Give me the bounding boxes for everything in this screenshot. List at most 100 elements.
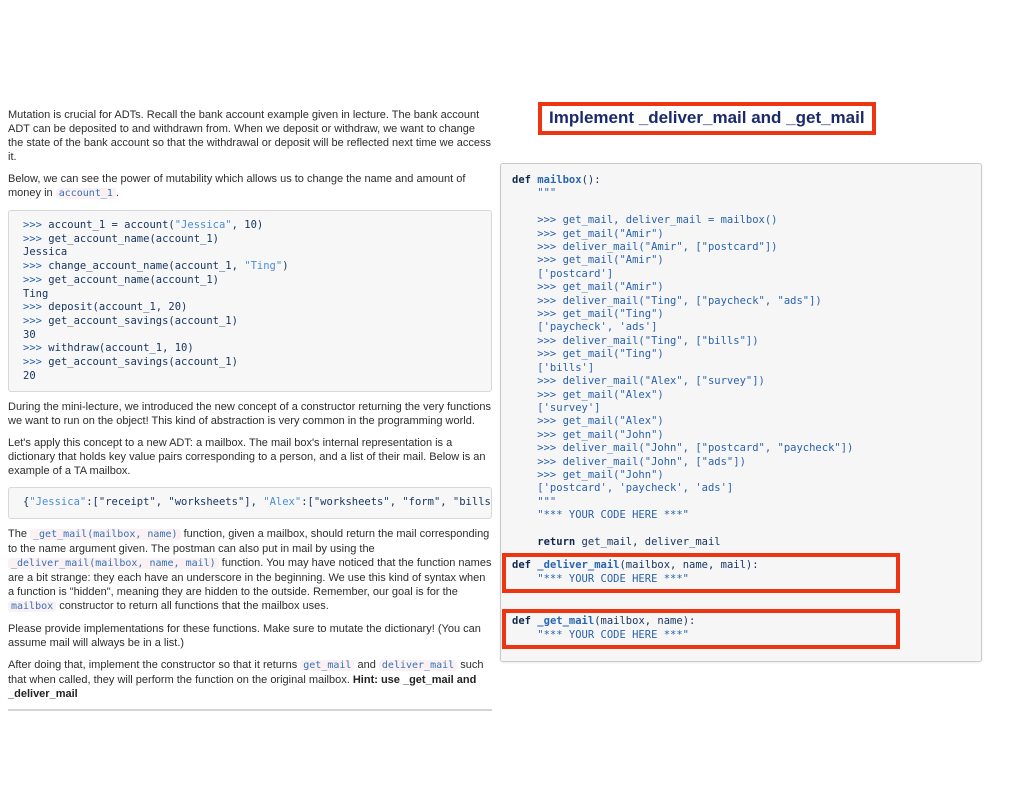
code-token: """ — [512, 495, 557, 508]
paragraph-text: . — [115, 187, 119, 199]
code-line: {"Jessica":["receipt", "worksheets"], "A… — [23, 496, 491, 510]
code-token: get_account_savings(account_1) — [48, 356, 238, 369]
code-line: >>> deliver_mail("John", ["ads"]) — [512, 456, 970, 469]
code-token: :["worksheets", "form", "bills"]} — [301, 496, 492, 509]
code-line: >>> deliver_mail("Ting", ["bills"]) — [512, 335, 970, 348]
code-token: >>> deliver_mail("Amir", ["postcard"]) — [512, 241, 778, 254]
code-token: >>> get_mail("Amir") — [512, 227, 664, 240]
code-line: >>> change_account_name(account_1, "Ting… — [23, 260, 485, 274]
code-line: "*** YOUR CODE HERE ***" — [512, 573, 896, 586]
paragraph-mini-lecture: During the mini-lecture, we introduced t… — [8, 400, 492, 428]
code-token: deposit(account_1, 20) — [48, 301, 188, 314]
code-token: "Jessica" — [174, 219, 232, 231]
code-token: withdraw(account_1, 10) — [48, 342, 194, 355]
code-line: Jessica — [23, 246, 485, 260]
code-token: >>> — [23, 219, 49, 231]
code-token: get_mail, deliver_mail — [581, 535, 721, 548]
mailbox-function-code: def mailbox(): """ >>> get_mail, deliver… — [512, 174, 970, 549]
code-line: ['paycheck', 'ads'] — [512, 321, 970, 334]
code-token: >>> — [23, 260, 49, 273]
paragraph-text: Let's apply this concept to a new ADT: a… — [8, 437, 486, 478]
code-line: "*** YOUR CODE HERE ***" — [512, 629, 896, 642]
code-token: return — [512, 535, 582, 548]
code-token: >>> get_mail("Amir") — [512, 281, 664, 294]
paragraph-after-doing-that: After doing that, implement the construc… — [8, 658, 492, 701]
code-token: account_1 = account( — [48, 219, 175, 231]
code-token: ['paycheck', 'ads'] — [512, 321, 658, 334]
code-token: "Jessica" — [29, 496, 87, 509]
code-token: change_account_name(account_1, — [48, 260, 245, 273]
code-line: """ — [512, 187, 970, 200]
code-line: >>> account_1 = account("Jessica", 10) — [23, 219, 485, 233]
inline-code: deliver_mail — [378, 660, 458, 672]
code-token: >>> — [23, 342, 49, 355]
code-token: ['postcard'] — [512, 267, 614, 280]
code-line: >>> get_mail("Ting") — [512, 308, 970, 321]
code-token: >>> — [23, 273, 49, 286]
code-token: (mailbox, name): — [594, 615, 696, 628]
code-token: ['survey'] — [512, 401, 601, 414]
code-token: "*** YOUR CODE HERE ***" — [512, 572, 690, 585]
code-line: 20 — [23, 370, 485, 384]
get-mail-highlight-box: def _get_mail(mailbox, name): "*** YOUR … — [502, 609, 900, 649]
code-token: def — [512, 559, 538, 572]
code-token: >>> get_mail("John") — [512, 468, 664, 481]
paragraph-text: Please provide implementations for these… — [8, 623, 481, 650]
code-line: >>> get_account_savings(account_1) — [23, 315, 485, 329]
code-line: >>> get_mail("John") — [512, 429, 970, 442]
code-line: >>> deliver_mail("John", ["postcard", "p… — [512, 442, 970, 455]
code-token: , 10) — [231, 219, 264, 231]
code-token: >>> — [23, 356, 49, 369]
code-token: "*** YOUR CODE HERE ***" — [512, 628, 690, 641]
code-token: >>> get_mail, deliver_mail = mailbox() — [512, 214, 778, 227]
code-token: _deliver_mail — [537, 559, 620, 572]
code-line: ['postcard'] — [512, 268, 970, 281]
code-line: >>> deliver_mail("Amir", ["postcard"]) — [512, 241, 970, 254]
code-token: ) — [282, 260, 289, 273]
code-line: >>> get_mail("Amir") — [512, 228, 970, 241]
paragraph-provide-implementations: Please provide implementations for these… — [8, 622, 492, 650]
code-token: ['postcard', 'paycheck', 'ads'] — [512, 482, 734, 495]
code-token: >>> deliver_mail("Ting", ["bills"]) — [512, 334, 759, 347]
code-token: "Alex" — [263, 496, 302, 509]
code-line: >>> deposit(account_1, 20) — [23, 301, 485, 315]
code-token: (mailbox, name, mail): — [619, 559, 759, 572]
code-token: 30 — [23, 328, 36, 341]
inline-code: mailbox — [8, 601, 57, 613]
code-line: >>> get_mail("Amir") — [512, 281, 970, 294]
mailbox-code-panel: def mailbox(): """ >>> get_mail, deliver… — [500, 163, 982, 662]
code-token: """ — [512, 187, 557, 200]
paragraph-intro-mutation: Mutation is crucial for ADTs. Recall the… — [8, 108, 492, 164]
code-token: Ting — [23, 287, 49, 300]
code-token: >>> deliver_mail("John", ["ads"]) — [512, 455, 746, 468]
paragraph-text: and — [354, 659, 379, 672]
code-token: 20 — [23, 369, 36, 382]
inline-code: get_mail — [300, 660, 355, 672]
code-token: >>> — [23, 314, 49, 327]
mailbox-dict-code-block: {"Jessica":["receipt", "worksheets"], "A… — [8, 487, 492, 520]
code-line: >>> get_mail("Alex") — [512, 415, 970, 428]
inline-code: _deliver_mail(mailbox, name, mail) — [8, 558, 219, 570]
paragraph-get-mail-description: The _get_mail(mailbox, name) function, g… — [8, 527, 492, 614]
code-token: >>> — [23, 232, 49, 245]
code-token: >>> get_mail("Ting") — [512, 308, 664, 321]
code-line: Ting — [23, 288, 485, 302]
section-title: Implement _deliver_mail and _get_mail — [549, 108, 865, 127]
code-line: "*** YOUR CODE HERE ***" — [512, 509, 970, 522]
section-divider — [8, 709, 492, 712]
left-column: Mutation is crucial for ADTs. Recall the… — [8, 108, 492, 712]
code-token: Jessica — [23, 246, 68, 259]
paragraph-apply-concept: Let's apply this concept to a new ADT: a… — [8, 436, 492, 478]
code-line: >>> get_account_savings(account_1) — [23, 356, 485, 370]
code-token: _get_mail — [537, 615, 595, 628]
code-token: >>> get_mail("John") — [512, 428, 664, 441]
code-token: get_account_name(account_1) — [48, 232, 219, 245]
code-line: >>> get_mail("Amir") — [512, 254, 970, 267]
inline-code: account_1 — [55, 188, 116, 199]
code-line: ['bills'] — [512, 362, 970, 375]
paragraph-text: During the mini-lecture, we introduced t… — [8, 401, 492, 428]
code-line: >>> deliver_mail("Ting", ["paycheck", "a… — [512, 295, 970, 308]
paragraph-text: Mutation is crucial for ADTs. Recall the… — [8, 109, 492, 163]
paragraph-below-mutability: Below, we can see the power of mutabilit… — [8, 172, 492, 201]
code-token: >>> deliver_mail("Alex", ["survey"]) — [512, 375, 765, 388]
